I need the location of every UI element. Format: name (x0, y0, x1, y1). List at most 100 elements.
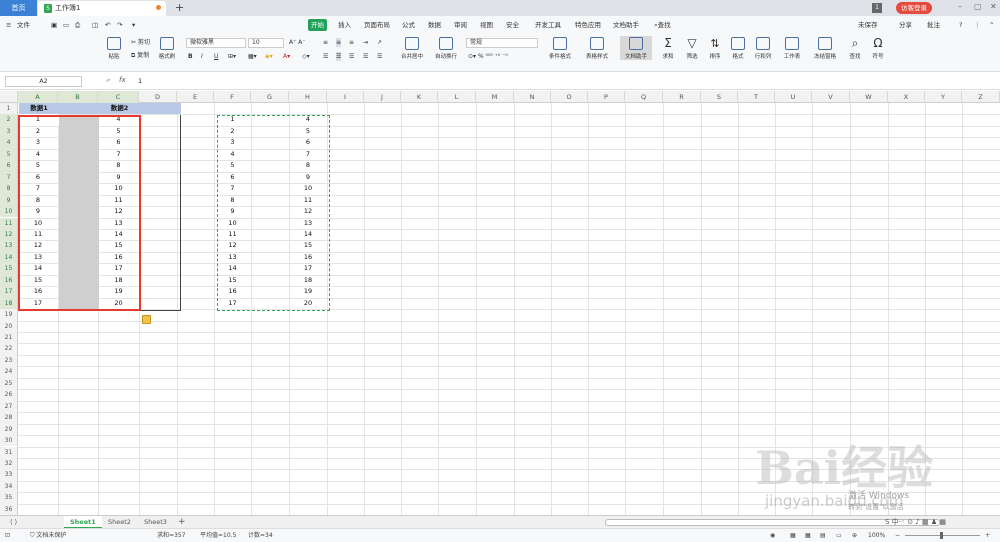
indent-icon[interactable]: ⇥ (363, 38, 368, 47)
bold-button[interactable]: B (188, 52, 193, 61)
zoom-out-icon[interactable]: − (895, 531, 900, 541)
row-header-23[interactable]: 23 (0, 354, 18, 367)
justify-icon[interactable]: ☰ (363, 52, 368, 61)
name-box[interactable]: A2 (5, 76, 82, 87)
column-header-r[interactable]: R (663, 91, 701, 103)
menu-formula[interactable]: 公式 (399, 19, 418, 31)
guest-login-button[interactable]: 访客登录 (896, 2, 932, 14)
align-right-icon[interactable]: ☰ (349, 52, 354, 61)
menu-doc-helper[interactable]: 文档助手 (610, 19, 642, 31)
column-header-k[interactable]: K (401, 91, 438, 103)
column-header-h[interactable]: H (289, 91, 327, 103)
view-read-icon[interactable]: ▭ (836, 531, 842, 541)
rowcol-button[interactable]: 行和列 (751, 37, 775, 60)
column-header-e[interactable]: E (177, 91, 214, 103)
menu-features[interactable]: 特色应用 (572, 19, 604, 31)
row-header-8[interactable]: 8 (0, 183, 18, 195)
view-page-icon[interactable]: ▦ (805, 531, 811, 541)
menu-start[interactable]: 开始 (308, 19, 327, 31)
paste-button[interactable]: 粘贴 (104, 37, 124, 60)
row-header-33[interactable]: 33 (0, 469, 18, 481)
view-normal-icon[interactable]: ▦ (790, 531, 796, 541)
filter-button[interactable]: ▽ 筛选 (682, 37, 702, 61)
row-header-35[interactable]: 35 (0, 492, 18, 504)
menu-page-layout[interactable]: 页面布局 (361, 19, 393, 31)
comment-button[interactable]: 批注 (924, 19, 943, 31)
column-header-y[interactable]: Y (925, 91, 962, 103)
row-header-19[interactable]: 19 (0, 309, 18, 321)
collapse-icon[interactable]: ⌃ (986, 19, 997, 31)
column-header-i[interactable]: I (327, 91, 364, 103)
column-header-v[interactable]: V (812, 91, 850, 103)
column-header-g[interactable]: G (251, 91, 289, 103)
customize-icon[interactable]: ▾ (129, 19, 138, 31)
column-header-b[interactable]: B (58, 91, 98, 103)
menu-insert[interactable]: 插入 (335, 19, 354, 31)
row-header-13[interactable]: 13 (0, 240, 18, 252)
worksheet-button[interactable]: 工作表 (779, 37, 805, 60)
conditional-format-button[interactable]: 条件格式 (544, 37, 576, 60)
column-header-p[interactable]: P (588, 91, 625, 103)
menu-developer[interactable]: 开发工具 (532, 19, 564, 31)
sort-button[interactable]: ⇅ 排序 (705, 37, 725, 60)
column-header-q[interactable]: Q (625, 91, 663, 103)
column-header-c[interactable]: C (98, 91, 139, 103)
percent-icon[interactable]: ⊙▾ % ⁰⁰⁰ ⁺⁰ ⁻⁰ (468, 52, 508, 61)
row-header-6[interactable]: 6 (0, 160, 18, 172)
row-header-4[interactable]: 4 (0, 137, 18, 149)
column-header-m[interactable]: M (476, 91, 514, 103)
distribute-icon[interactable]: ☰ (377, 52, 382, 61)
wrap-text-button[interactable]: 自动换行 (430, 37, 462, 60)
font-color-icon[interactable]: A▾ (283, 52, 290, 61)
row-header-16[interactable]: 16 (0, 274, 18, 287)
underline-button[interactable]: U (214, 52, 218, 61)
row-header-18[interactable]: 18 (0, 297, 18, 310)
format-button[interactable]: 格式 (728, 37, 748, 60)
align-top-icon[interactable]: ≡ (323, 38, 328, 47)
window-count-badge[interactable]: 1 (872, 3, 882, 13)
row-header-32[interactable]: 32 (0, 457, 18, 470)
row-header-1[interactable]: 1 (0, 103, 18, 115)
menu-review[interactable]: 审阅 (451, 19, 470, 31)
row-header-2[interactable]: 2 (0, 114, 18, 126)
cut-button[interactable]: ✂ 剪切 (131, 38, 150, 47)
print-icon[interactable]: ⎙ (72, 19, 83, 31)
column-header-d[interactable]: D (139, 91, 177, 103)
row-header-27[interactable]: 27 (0, 400, 18, 413)
zoom-in-icon[interactable]: + (985, 531, 990, 541)
view-break-icon[interactable]: ▤ (820, 531, 826, 541)
ime-toolbar-icon[interactable]: S 中·◦ ⊙ ♪ ▦ ♟ ▦ (885, 516, 995, 528)
fx-icon[interactable]: fx (119, 76, 126, 84)
sum-button[interactable]: Σ 求和 (658, 37, 678, 61)
font-grow-icon[interactable]: A⁺ A⁻ (289, 38, 305, 47)
tab-workbook[interactable]: S 工作簿1 (38, 1, 166, 16)
row-header-3[interactable]: 3 (0, 125, 18, 138)
row-header-5[interactable]: 5 (0, 148, 18, 161)
row-header-20[interactable]: 20 (0, 320, 18, 332)
select-all-corner[interactable] (0, 91, 18, 103)
align-center-icon[interactable]: ☰ (336, 52, 342, 61)
search-box[interactable]: ⌕查找 (651, 19, 674, 31)
zoom-level[interactable]: 100% (868, 531, 885, 541)
row-header-24[interactable]: 24 (0, 366, 18, 378)
view-full-icon[interactable]: ⊕ (852, 531, 857, 541)
row-header-26[interactable]: 26 (0, 389, 18, 401)
row-header-10[interactable]: 10 (0, 206, 18, 218)
row-header-15[interactable]: 15 (0, 263, 18, 275)
table-style-button[interactable]: 表格样式 (580, 37, 614, 60)
zoom-thumb[interactable] (940, 532, 943, 539)
minimize-icon[interactable]: – (958, 2, 962, 11)
row-header-17[interactable]: 17 (0, 286, 18, 298)
menu-security[interactable]: 安全 (503, 19, 522, 31)
symbol-button[interactable]: Ω 符号 (868, 37, 888, 61)
font-name-select[interactable]: 微软雅黑 (186, 38, 246, 48)
restore-icon[interactable]: ▢ (974, 2, 982, 11)
share-button[interactable]: 分享 (896, 19, 915, 31)
menu-view[interactable]: 视图 (477, 19, 496, 31)
column-header-w[interactable]: W (850, 91, 888, 103)
row-header-22[interactable]: 22 (0, 343, 18, 355)
column-header-x[interactable]: X (888, 91, 925, 103)
doc-protect-status[interactable]: ⛉ 文档未保护 (30, 531, 66, 541)
more-icon[interactable]: ⋮ (971, 19, 984, 31)
align-left-icon[interactable]: ☰ (323, 52, 328, 61)
